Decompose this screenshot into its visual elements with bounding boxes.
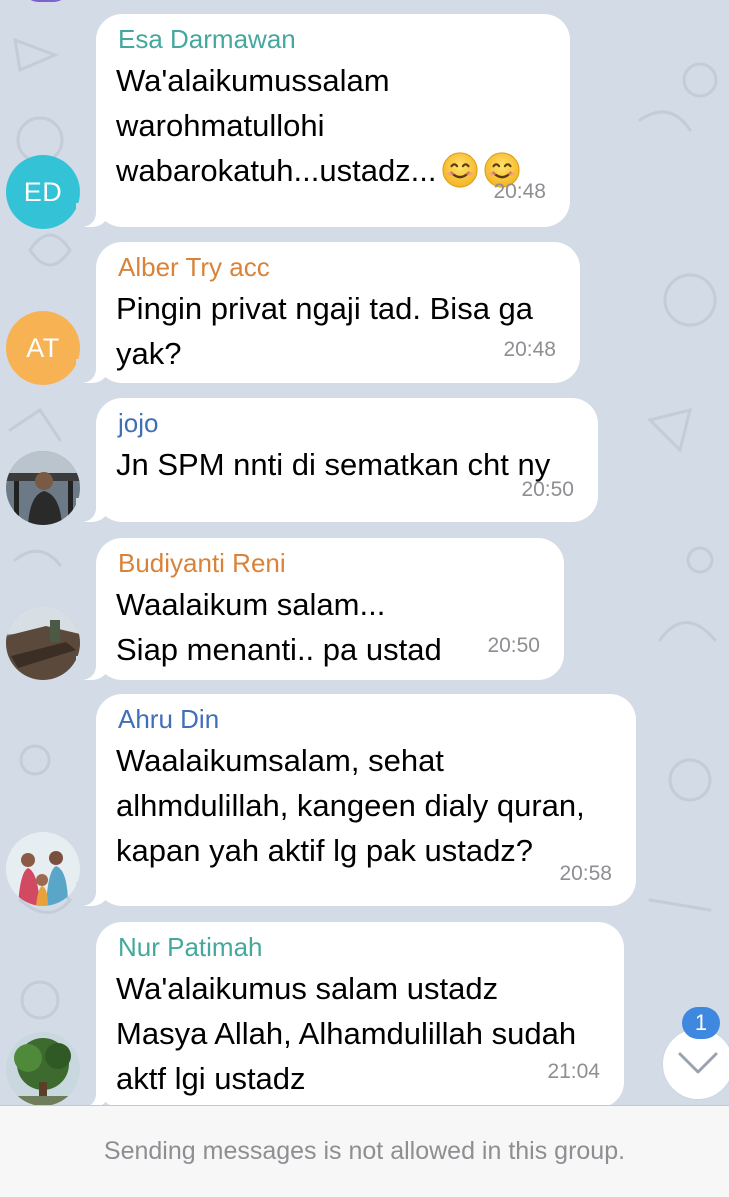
avatar-photo [6,832,80,906]
message-time: 20:48 [503,338,556,361]
message-line: Waalaikumsalam, sehat [116,738,585,783]
avatar[interactable] [6,451,80,525]
message-line-text: aktf lgi ustadz [116,1061,306,1096]
message-line-text: alhmdulillah, kangeen dialy quran, [116,788,585,823]
sender-name[interactable]: Budiyanti Reni [118,548,286,578]
message-line: yak? [116,331,533,376]
footer-notice-bar: Sending messages is not allowed in this … [0,1105,729,1197]
message-text: Jn SPM nnti di sematkan cht ny [116,442,550,487]
message-line: Wa'alaikumussalam [116,58,521,103]
message-line: Wa'alaikumus salam ustadz [116,966,576,1011]
message-line: Waalaikum salam... [116,582,442,627]
message-line-text: Pingin privat ngaji tad. Bisa ga [116,291,534,326]
message-text: Waalaikum salam... Siap menanti.. pa usta… [116,582,442,672]
message-line-text: Waalaikum salam... [116,587,386,622]
message-text: Waalaikumsalam, sehat alhmdulillah, kange… [116,738,585,873]
message-line-text: Masya Allah, Alhamdulillah sudah [116,1016,577,1051]
message-line-text: Waalaikumsalam, sehat [116,743,444,778]
sender-name[interactable]: Ahru Din [118,704,219,734]
avatar[interactable] [6,606,80,680]
avatar-initials: AT [26,332,60,363]
message-line-text: Wa'alaikumus salam ustadz [116,971,499,1006]
avatar-initials: ED [23,176,63,207]
message-bubble[interactable]: Alber Try acc Pingin privat ngaji tad. Bi… [76,242,580,383]
message-line: warohmatullohi [116,103,521,148]
message-line: Pingin privat ngaji tad. Bisa ga [116,286,533,331]
message-line: Siap menanti.. pa ustad [116,627,442,672]
sender-name[interactable]: Esa Darmawan [118,24,296,54]
message-text: Wa'alaikumussalam warohmatullohi wabarokat… [116,58,521,193]
message-text: Pingin privat ngaji tad. Bisa ga yak? [116,286,533,376]
message-time: 20:58 [559,862,612,885]
message-line: Masya Allah, Alhamdulillah sudah [116,1011,576,1056]
message-line-text: Wa'alaikumussalam [116,63,390,98]
message-line-text: kapan yah aktif lg pak ustadz? [116,833,534,868]
message-bubble[interactable]: Ahru Din Waalaikumsalam, sehat alhmdulilla… [76,694,636,906]
sender-name[interactable]: Alber Try acc [118,252,270,282]
message-line-text: warohmatullohi [116,108,325,143]
message-text: Wa'alaikumus salam ustadz Masya Allah, Al… [116,966,576,1101]
avatar-photo [6,606,80,680]
message-line-text: Siap menanti.. pa ustad [116,632,442,667]
message-line-text: yak? [116,336,182,371]
message-time: 20:48 [493,180,546,203]
chevron-down-icon [678,1052,718,1074]
message-line-text: Jn SPM nnti di sematkan cht ny [116,447,551,482]
avatar[interactable] [6,832,80,906]
sender-name[interactable]: jojo [118,408,158,438]
sender-name[interactable]: Nur Patimah [118,932,263,962]
message-time: 20:50 [521,478,574,501]
unread-badge: 1 [682,1007,720,1039]
avatar-photo [6,451,80,525]
smiling-face-emoji [441,152,478,188]
message-bubble[interactable]: Budiyanti Reni Waalaikum salam... Siap men… [76,538,564,680]
message-line: kapan yah aktif lg pak ustadz? [116,828,585,873]
message-line: aktf lgi ustadz [116,1056,576,1101]
message-time: 20:50 [487,634,540,657]
message-line-text: wabarokatuh...ustadz... [116,153,437,188]
avatar[interactable]: ED [6,155,80,229]
message-line: wabarokatuh...ustadz... [116,148,521,193]
message-time: 21:04 [547,1060,600,1083]
avatar-photo [6,1032,80,1106]
message-line: Jn SPM nnti di sematkan cht ny [116,442,550,487]
footer-notice: Sending messages is not allowed in this … [103,1137,626,1165]
message-bubble[interactable]: jojo Jn SPM nnti di sematkan cht ny 20:50 [76,398,598,522]
message-bubble[interactable]: Esa Darmawan Wa'alaikumussalam warohmatull… [76,14,570,227]
avatar[interactable] [6,1032,80,1106]
message-bubble[interactable]: Nur Patimah Wa'alaikumus salam ustadz Masy… [76,922,624,1108]
message-line: alhmdulillah, kangeen dialy quran, [116,783,585,828]
avatar[interactable]: AT [6,311,80,385]
